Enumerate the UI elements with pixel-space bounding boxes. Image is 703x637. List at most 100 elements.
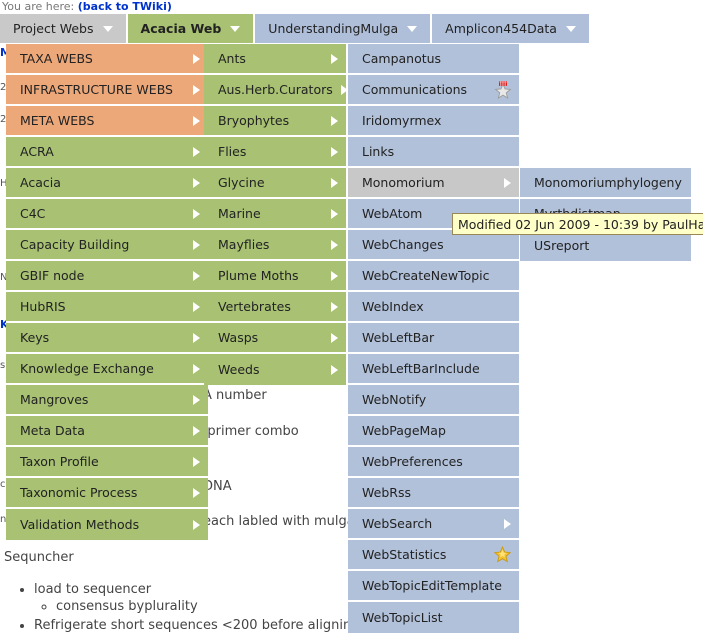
chevron-right-icon[interactable] [331,332,338,343]
chevron-down-icon[interactable] [565,25,576,32]
menu1-item-mangroves[interactable]: Mangroves [6,385,208,416]
chevron-right-icon[interactable] [504,518,511,529]
menu-item-label: Flies [218,144,247,159]
chevron-right-icon[interactable] [193,84,200,95]
menu3-item-iridomyrmex[interactable]: Iridomyrmex [348,106,519,137]
menu2-item-aus-herb-curators[interactable]: Aus.Herb.Curators [204,75,348,106]
menu3-item-webleftbar[interactable]: WebLeftBar [348,323,519,354]
menu2-item-marine[interactable]: Marine [204,199,346,230]
menu1-item-acra[interactable]: ACRA [6,137,208,168]
tooltip-text: Modified 02 Jun 2009 - 10:39 by PaulHa [458,216,703,232]
chevron-right-icon[interactable] [331,270,338,281]
chevron-right-icon[interactable] [331,208,338,219]
sub-list-item: consensus byplurality [56,599,359,614]
menu-item-label: WebCreateNewTopic [362,268,490,283]
menu4-item-monomoriumphylogeny[interactable]: Monomoriumphylogeny [520,168,691,199]
menu-item-label: Capacity Building [20,237,130,252]
menu-item-label: Campanotus [362,51,442,66]
menu1-item-hubris[interactable]: HubRIS [6,292,208,323]
tab-understandingmulga[interactable]: UnderstandingMulga [255,14,433,43]
chevron-right-icon[interactable] [193,425,200,436]
menu-item-label: Iridomyrmex [362,113,442,128]
menu3-item-webstatistics[interactable]: WebStatistics [348,540,519,571]
chevron-right-icon[interactable] [193,519,200,530]
chevron-right-icon[interactable] [193,115,200,126]
menu2-item-wasps[interactable]: Wasps [204,323,346,354]
menu1-item-keys[interactable]: Keys [6,323,208,354]
chevron-down-icon[interactable] [102,25,113,32]
menu2-item-glycine[interactable]: Glycine [204,168,346,199]
menu3-item-webpagemap[interactable]: WebPageMap [348,416,519,447]
menu2-item-bryophytes[interactable]: Bryophytes [204,106,346,137]
menu1-item-knowledge-exchange[interactable]: Knowledge Exchange [6,354,208,385]
chevron-right-icon[interactable] [193,239,200,250]
menu-item-label: Acacia [20,175,61,190]
chevron-right-icon[interactable] [331,301,338,312]
menu3-item-webrss[interactable]: WebRss [348,478,519,509]
chevron-right-icon[interactable] [340,84,348,95]
menu-item-label: Mangroves [20,392,89,407]
menu3-item-webleftbarinclude[interactable]: WebLeftBarInclude [348,354,519,385]
sub-list: consensus byplurality [34,599,359,614]
menu1-item-acacia[interactable]: Acacia [6,168,208,199]
menu1-item-taxonomic-process[interactable]: Taxonomic Process [6,478,208,509]
menu3-item-communications[interactable]: Communications [348,75,519,106]
menu3-item-monomorium[interactable]: Monomorium [348,168,519,199]
chevron-right-icon[interactable] [193,53,200,64]
chevron-right-icon[interactable] [193,177,200,188]
menu3-item-websearch[interactable]: WebSearch [348,509,519,540]
chevron-right-icon[interactable] [331,177,338,188]
menu2-item-mayflies[interactable]: Mayflies [204,230,346,261]
menu-item-label: WebLeftBarInclude [362,361,480,376]
menu3-item-campanotus[interactable]: Campanotus [348,44,519,75]
menu1-item-validation-methods[interactable]: Validation Methods [6,509,208,540]
menu2-item-vertebrates[interactable]: Vertebrates [204,292,346,323]
menu1-item-taxon-profile[interactable]: Taxon Profile [6,447,208,478]
chevron-right-icon[interactable] [331,115,338,126]
chevron-right-icon[interactable] [193,146,200,157]
menu1-item-taxa-webs[interactable]: TAXA WEBS [6,44,208,75]
menu1-item-meta-webs[interactable]: META WEBS [6,106,208,137]
chevron-right-icon[interactable] [193,394,200,405]
chevron-right-icon[interactable] [331,53,338,64]
menu1-item-capacity-building[interactable]: Capacity Building [6,230,208,261]
menu3-item-webindex[interactable]: WebIndex [348,292,519,323]
tab-amplicon454data[interactable]: Amplicon454Data [432,14,591,43]
menu2-item-flies[interactable]: Flies [204,137,346,168]
menu2-item-weeds[interactable]: Weeds [204,354,346,385]
chevron-right-icon[interactable] [193,301,200,312]
menu1-item-c4c[interactable]: C4C [6,199,208,230]
menu-item-label: Weeds [218,362,260,377]
list-item: load to sequencer consensus byplurality [34,582,359,614]
menu3-item-webnotify[interactable]: WebNotify [348,385,519,416]
breadcrumb-back-to-twiki-link[interactable]: (back to TWiki) [78,0,172,13]
menu-item-label: WebNotify [362,392,427,407]
chevron-down-icon[interactable] [230,25,241,32]
tab-project-webs[interactable]: Project Webs [0,14,128,43]
chevron-right-icon[interactable] [331,239,338,250]
tab-acacia-web[interactable]: Acacia Web [127,14,256,43]
menu3-item-links[interactable]: Links [348,137,519,168]
chevron-right-icon[interactable] [193,332,200,343]
tooltip: Modified 02 Jun 2009 - 10:39 by PaulHa [452,213,703,235]
menu2-item-plume-moths[interactable]: Plume Moths [204,261,346,292]
menu2-item-ants[interactable]: Ants [204,44,346,75]
chevron-right-icon[interactable] [193,456,200,467]
tab-label: Acacia Web [140,21,222,36]
chevron-right-icon[interactable] [331,146,338,157]
menu-item-label: ACRA [20,144,54,159]
chevron-right-icon[interactable] [193,208,200,219]
menu3-item-webpreferences[interactable]: WebPreferences [348,447,519,478]
chevron-right-icon[interactable] [193,363,200,374]
menu1-item-gbif-node[interactable]: GBIF node [6,261,208,292]
menu1-item-meta-data[interactable]: Meta Data [6,416,208,447]
chevron-down-icon[interactable] [407,25,418,32]
chevron-right-icon[interactable] [193,487,200,498]
menu1-item-infrastructure-webs[interactable]: INFRASTRUCTURE WEBS [6,75,208,106]
chevron-right-icon[interactable] [193,270,200,281]
chevron-right-icon[interactable] [331,364,338,375]
menu3-item-webcreatenewtopic[interactable]: WebCreateNewTopic [348,261,519,292]
chevron-right-icon[interactable] [504,177,511,188]
menu3-item-webtopiclist[interactable]: WebTopicList [348,602,519,633]
menu3-item-webtopicedittemplate[interactable]: WebTopicEditTemplate [348,571,519,602]
